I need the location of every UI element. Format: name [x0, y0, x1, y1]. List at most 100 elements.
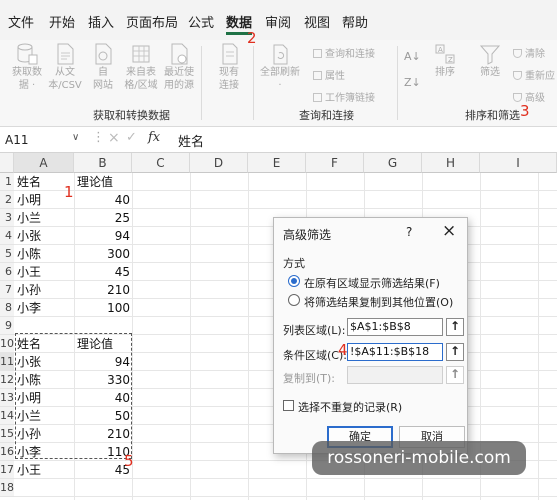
table2-cell-value[interactable]: 210 — [74, 425, 130, 443]
queries-connections-button[interactable]: 查询和连接 — [313, 45, 375, 60]
table2-cell-value[interactable]: 330 — [74, 371, 130, 389]
row-header[interactable]: 11 — [0, 353, 14, 371]
refresh-all-button[interactable]: 全部刷新 · — [258, 42, 302, 92]
tab-insert[interactable]: 插入 — [88, 12, 114, 31]
row-header[interactable]: 16 — [0, 443, 14, 461]
radio-copy-to-location[interactable] — [288, 294, 300, 306]
table2-cell-value[interactable]: 45 — [74, 461, 130, 479]
clear-filter-button[interactable]: 清除 — [513, 45, 545, 60]
list-range-collapse-icon[interactable]: ↑ — [446, 318, 464, 336]
row-header[interactable]: 7 — [0, 281, 14, 299]
workbook-links-button[interactable]: 工作簿链接 — [313, 89, 375, 104]
row-header[interactable]: 4 — [0, 227, 14, 245]
table2-cell-name[interactable]: 小张 — [17, 353, 41, 371]
chevron-down-icon[interactable]: ∨ — [72, 132, 79, 143]
reapply-button[interactable]: 重新应 — [513, 67, 555, 82]
copy-to-collapse-icon[interactable]: ↑ — [446, 366, 464, 384]
tab-review[interactable]: 审阅 — [265, 12, 291, 31]
column-header-c[interactable]: C — [132, 153, 190, 173]
table1-cell-name[interactable]: 小兰 — [17, 209, 41, 227]
row-header[interactable]: 14 — [0, 407, 14, 425]
tab-page-layout[interactable]: 页面布局 — [126, 12, 178, 31]
row-header[interactable]: 8 — [0, 299, 14, 317]
row-header[interactable]: 17 — [0, 461, 14, 479]
sort-button[interactable]: AZ 排序 — [427, 42, 463, 79]
tab-home[interactable]: 开始 — [49, 12, 75, 31]
tab-view[interactable]: 视图 — [304, 12, 330, 31]
close-icon[interactable]: × — [442, 221, 456, 241]
table2-header-name[interactable]: 姓名 — [17, 335, 41, 353]
table2-header-value[interactable]: 理论值 — [77, 335, 113, 353]
row-header[interactable]: 18 — [0, 479, 14, 497]
recent-sources-button[interactable]: 最近使 用的源 — [161, 42, 197, 92]
table1-cell-value[interactable]: 94 — [74, 227, 130, 245]
column-header-b[interactable]: B — [74, 153, 132, 173]
from-text-csv-button[interactable]: 从文 本/CSV — [47, 42, 83, 92]
table1-cell-value[interactable]: 45 — [74, 263, 130, 281]
insert-function-icon[interactable]: fx — [148, 130, 160, 145]
help-icon[interactable]: ? — [406, 225, 412, 239]
row-header[interactable]: 13 — [0, 389, 14, 407]
sort-ascending-button[interactable]: A↓ — [404, 50, 421, 63]
row-header[interactable]: 5 — [0, 245, 14, 263]
column-header-a[interactable]: A — [14, 153, 74, 173]
row-header[interactable]: 9 — [0, 317, 14, 335]
row-header[interactable]: 1 — [0, 173, 14, 191]
formula-input[interactable]: 姓名 — [178, 131, 204, 150]
column-header-e[interactable]: E — [248, 153, 306, 173]
table1-cell-value[interactable]: 100 — [74, 299, 130, 317]
select-all-corner[interactable] — [0, 153, 14, 173]
table2-cell-value[interactable]: 50 — [74, 407, 130, 425]
from-web-button[interactable]: 自 网站 — [85, 42, 121, 92]
table1-cell-name[interactable]: 小明 — [17, 191, 41, 209]
row-header[interactable]: 6 — [0, 263, 14, 281]
get-data-button[interactable]: 获取数 据 · — [9, 42, 45, 92]
table2-cell-name[interactable]: 小明 — [17, 389, 41, 407]
table1-cell-value[interactable]: 40 — [74, 191, 130, 209]
criteria-range-collapse-icon[interactable]: ↑ — [446, 343, 464, 361]
table1-cell-name[interactable]: 小孙 — [17, 281, 41, 299]
table2-cell-name[interactable]: 小王 — [17, 461, 41, 479]
table2-cell-value[interactable]: 40 — [74, 389, 130, 407]
enter-icon[interactable]: ✓ — [126, 130, 137, 145]
tab-file[interactable]: 文件 — [8, 12, 34, 31]
table2-cell-value[interactable]: 94 — [74, 353, 130, 371]
from-table-range-button[interactable]: 来自表 格/区域 — [123, 42, 159, 92]
table1-cell-value[interactable]: 25 — [74, 209, 130, 227]
table1-cell-name[interactable]: 小李 — [17, 299, 41, 317]
list-range-input[interactable]: $A$1:$B$8 — [347, 318, 443, 336]
table1-header-value[interactable]: 理论值 — [77, 173, 113, 191]
table1-cell-value[interactable]: 300 — [74, 245, 130, 263]
row-header[interactable]: 2 — [0, 191, 14, 209]
radio-filter-in-place[interactable] — [288, 275, 300, 287]
row-header[interactable]: 3 — [0, 209, 14, 227]
table2-cell-name[interactable]: 小兰 — [17, 407, 41, 425]
table1-cell-name[interactable]: 小张 — [17, 227, 41, 245]
table2-cell-name[interactable]: 小陈 — [17, 371, 41, 389]
row-header[interactable]: 10 — [0, 335, 14, 353]
row-header[interactable]: 15 — [0, 425, 14, 443]
table1-cell-name[interactable]: 小王 — [17, 263, 41, 281]
table1-cell-value[interactable]: 210 — [74, 281, 130, 299]
criteria-range-input[interactable]: !$A$11:$B$18 — [347, 343, 443, 361]
cancel-icon[interactable]: × — [108, 130, 120, 146]
table1-cell-name[interactable]: 小陈 — [17, 245, 41, 263]
sort-descending-button[interactable]: Z↓ — [404, 76, 421, 89]
copy-to-input[interactable] — [347, 366, 443, 384]
existing-connections-button[interactable]: 现有 连接 — [211, 42, 247, 92]
table2-cell-name[interactable]: 小李 — [17, 443, 41, 461]
column-header-h[interactable]: H — [422, 153, 480, 173]
unique-records-checkbox[interactable] — [283, 400, 294, 411]
properties-button[interactable]: 属性 — [313, 67, 345, 82]
filter-button[interactable]: 筛选 — [472, 42, 508, 79]
tab-formulas[interactable]: 公式 — [188, 12, 214, 31]
column-header-d[interactable]: D — [190, 153, 248, 173]
tab-help[interactable]: 帮助 — [342, 12, 368, 31]
column-header-i[interactable]: I — [480, 153, 557, 173]
table2-cell-name[interactable]: 小孙 — [17, 425, 41, 443]
table1-header-name[interactable]: 姓名 — [17, 173, 41, 191]
row-header[interactable]: 12 — [0, 371, 14, 389]
table2-cell-value[interactable]: 110 — [74, 443, 130, 461]
column-header-g[interactable]: G — [364, 153, 422, 173]
column-header-f[interactable]: F — [306, 153, 364, 173]
